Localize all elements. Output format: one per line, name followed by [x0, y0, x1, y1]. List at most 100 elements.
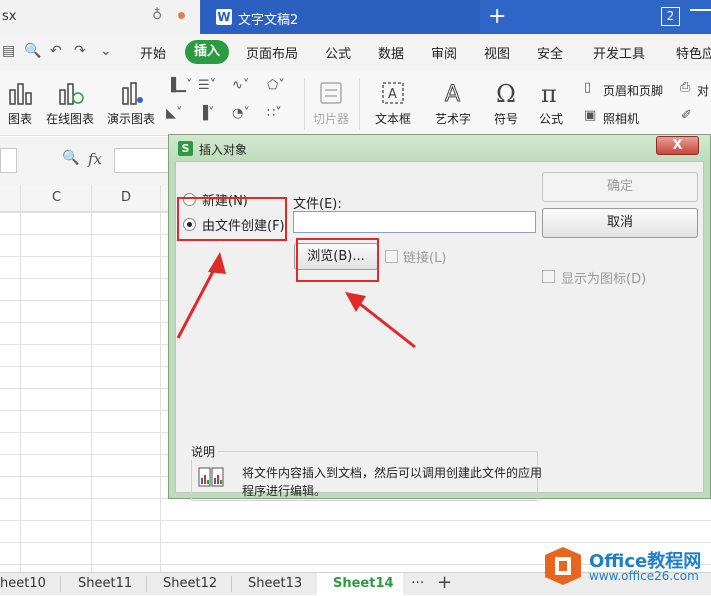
symbol-button[interactable]: Ω 符号 — [486, 80, 526, 127]
attachment-icon[interactable]: ✐ — [681, 108, 692, 123]
embedded-object-icon — [198, 467, 224, 487]
description-title: 说明 — [191, 443, 219, 460]
writer-doc-icon: W — [216, 9, 232, 25]
slicer-button[interactable]: 切片器 — [308, 80, 354, 127]
omega-symbol-icon: Ω — [496, 80, 516, 106]
ribbon-separator — [304, 78, 305, 130]
menu-page-layout[interactable]: 页面布局 — [246, 43, 298, 62]
dialog-close-button[interactable]: X — [656, 136, 699, 155]
sheet-tab[interactable]: Sheet13 — [248, 576, 302, 591]
sheet-tab[interactable]: Sheet11 — [78, 576, 132, 591]
wordart-label: 艺术字 — [434, 112, 471, 126]
redo-icon[interactable]: ↷ — [74, 43, 86, 59]
online-chart-label: 在线图表 — [45, 112, 94, 126]
tab-separator — [231, 576, 232, 592]
ribbon-separator — [359, 78, 360, 130]
more-sheets-button[interactable]: ··· — [411, 575, 424, 591]
formula-button[interactable]: π 公式 — [530, 80, 572, 127]
radar-chart-icon[interactable]: ⬠˅ — [267, 78, 285, 93]
fx-icon[interactable]: fx — [88, 150, 102, 168]
title-bar: sx ♁ W 文字文稿2 + 2 — [0, 0, 711, 34]
formula-label: 公式 — [538, 112, 563, 126]
sheet-tab[interactable]: Sheet12 — [163, 576, 217, 591]
tab-separator — [60, 576, 61, 592]
column-header-c[interactable]: C — [52, 190, 61, 205]
camera-button[interactable]: 照相机 — [603, 110, 639, 127]
new-tab-plus-icon[interactable]: + — [488, 4, 506, 29]
scatter-chart-icon[interactable]: ∷˅ — [267, 106, 282, 121]
tab-document[interactable]: W 文字文稿2 — [201, 0, 480, 34]
menu-developer[interactable]: 开发工具 — [593, 43, 645, 62]
ribbon-insert: 图表 在线图表 演示图表 ▐▁˅ ☰˅ ∿˅ ⬠˅ ◣˅ ▐˅ ◔˅ ∷˅ 切片… — [0, 70, 711, 136]
menu-formulas[interactable]: 公式 — [325, 43, 351, 62]
chart-button[interactable]: 图表 — [0, 80, 40, 127]
menu-review[interactable]: 审阅 — [431, 43, 457, 62]
file-path-input[interactable] — [293, 211, 536, 233]
camera-icon: ▣ — [584, 108, 597, 123]
column-header-d[interactable]: D — [121, 190, 131, 205]
tab-previous-workbook[interactable]: sx ♁ — [0, 0, 200, 34]
wordart-button[interactable]: A 艺术字 — [425, 80, 481, 127]
line-chart-icon[interactable]: ∿˅ — [232, 78, 249, 93]
print-preview-icon[interactable]: 🔍 — [24, 43, 41, 59]
quick-access-dropdown-icon[interactable]: ⌄ — [100, 43, 112, 59]
dialog-title-bar: S 插入对象 X — [169, 135, 710, 161]
menu-insert[interactable]: 插入 — [185, 40, 229, 64]
slicer-label: 切片器 — [312, 112, 349, 126]
tab-document-label: 文字文稿2 — [238, 13, 299, 28]
add-sheet-button[interactable]: + — [437, 572, 452, 593]
file-label: 文件(E): — [293, 197, 342, 212]
svg-text:A: A — [445, 82, 460, 106]
display-as-icon-label: 显示为图标(D) — [561, 272, 647, 287]
display-as-icon-checkbox[interactable] — [542, 270, 555, 283]
tab-separator — [146, 576, 147, 592]
office-logo-icon — [545, 547, 581, 585]
chart-icon — [9, 83, 32, 105]
sheet-tab-active[interactable]: Sheet14 — [333, 576, 394, 591]
grid-column-line — [91, 185, 92, 572]
file-menu-icon[interactable]: ▤ — [2, 43, 15, 59]
area-chart-icon[interactable]: ◣˅ — [166, 106, 183, 121]
name-box[interactable] — [0, 148, 17, 173]
ok-button[interactable]: 确定 — [542, 172, 698, 202]
zoom-search-icon[interactable]: 🔍 — [62, 150, 79, 166]
bar-chart-icon[interactable]: ☰˅ — [198, 78, 216, 93]
menu-home[interactable]: 开始 — [140, 43, 166, 62]
menu-special[interactable]: 特色应 — [676, 43, 711, 62]
description-text: 将文件内容插入到文档，然后可以调用创建此文件的应用程序进行编辑。 — [242, 466, 543, 498]
menu-data[interactable]: 数据 — [378, 43, 404, 62]
header-footer-icon: ▯ — [584, 80, 592, 95]
pin-icon[interactable]: ♁ — [152, 7, 162, 23]
object-button[interactable]: 对 — [697, 82, 709, 99]
svg-text:Ω: Ω — [496, 80, 516, 106]
pi-formula-icon: π — [541, 80, 557, 106]
cancel-button[interactable]: 取消 — [542, 208, 698, 238]
grid-column-line — [160, 185, 161, 572]
wordart-icon: A — [445, 82, 461, 107]
grid-column-line — [20, 185, 21, 572]
window-count-badge[interactable]: 2 — [661, 7, 680, 26]
online-chart-button[interactable]: 在线图表 — [42, 80, 98, 127]
sheet-tab[interactable]: heet10 — [0, 576, 46, 591]
textbox-button[interactable]: A 文本框 — [368, 80, 418, 127]
window-minimize-icon[interactable] — [690, 9, 711, 25]
formula-input[interactable] — [114, 148, 174, 173]
slicer-icon — [320, 82, 342, 104]
menu-view[interactable]: 视图 — [484, 43, 510, 62]
undo-icon[interactable]: ↶ — [50, 43, 62, 59]
demo-chart-button[interactable]: 演示图表 — [103, 80, 159, 127]
header-footer-button[interactable]: 页眉和页脚 — [603, 82, 663, 99]
unsaved-dot-icon — [178, 12, 185, 19]
watermark-url: www.office26.com — [589, 569, 699, 583]
column-chart-icon[interactable]: ▐▁˅ — [166, 78, 193, 93]
textbox-icon: A — [382, 82, 404, 104]
demo-chart-label: 演示图表 — [106, 112, 155, 126]
spreadsheet-app-icon: S — [178, 141, 193, 156]
tab-previous-label: sx — [2, 9, 17, 24]
pie-chart-icon[interactable]: ◔˅ — [232, 106, 250, 121]
demo-chart-icon — [122, 82, 143, 105]
chart-label: 图表 — [7, 112, 32, 126]
svg-text:A: A — [388, 87, 397, 102]
stock-chart-icon[interactable]: ▐˅ — [198, 106, 215, 121]
menu-security[interactable]: 安全 — [537, 43, 563, 62]
